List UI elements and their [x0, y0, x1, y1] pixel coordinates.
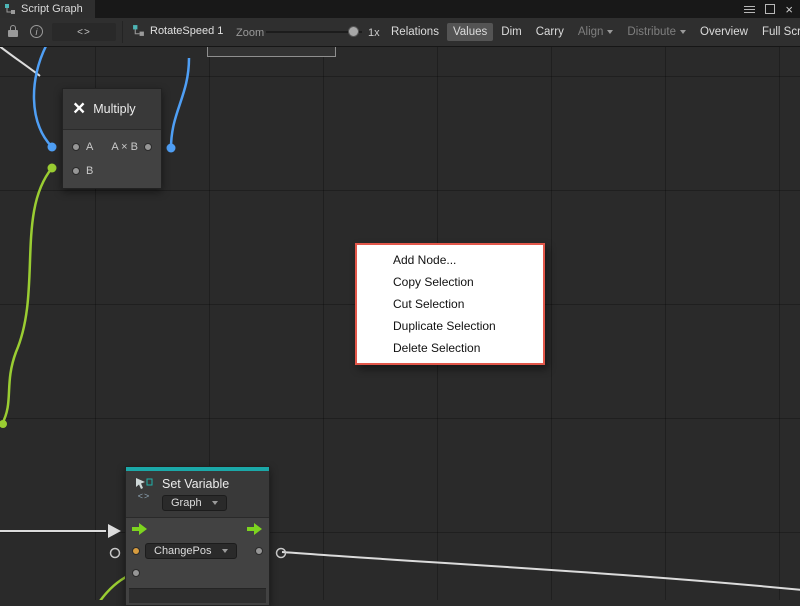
node-footer	[129, 588, 266, 603]
set-variable-node[interactable]: <> Set Variable Graph ChangePos	[125, 466, 270, 606]
menu-item-duplicate-selection[interactable]: Duplicate Selection	[357, 315, 543, 337]
info-icon[interactable]: i	[30, 25, 43, 38]
caret-down-icon	[607, 30, 613, 34]
flow-row	[126, 518, 269, 540]
script-graph-icon	[4, 3, 16, 15]
close-icon[interactable]: ×	[785, 3, 793, 16]
graph-owner-icon	[132, 24, 145, 37]
set-variable-body: ChangePos	[126, 518, 269, 584]
port-a-input[interactable]	[72, 143, 80, 151]
tab-script-graph[interactable]: Script Graph	[0, 0, 95, 18]
maximize-icon[interactable]	[765, 4, 775, 14]
window-menu-icon[interactable]	[744, 6, 755, 13]
port-out-output[interactable]	[144, 143, 152, 151]
caret-down-icon	[212, 501, 218, 505]
window-titlebar: Script Graph ×	[0, 0, 800, 18]
zoom-slider-knob[interactable]	[348, 26, 359, 37]
port-row-a: A A × B	[63, 135, 161, 159]
overview-button[interactable]: Overview	[694, 23, 754, 41]
variable-name-dropdown[interactable]: ChangePos	[145, 543, 237, 559]
variable-scope-dropdown[interactable]: Graph	[162, 495, 227, 511]
flow-input-port[interactable]	[132, 523, 148, 535]
multiply-node-title: Multiply	[93, 102, 135, 116]
values-button[interactable]: Values	[447, 23, 493, 41]
menu-item-cut-selection[interactable]: Cut Selection	[357, 293, 543, 315]
set-variable-header[interactable]: <> Set Variable Graph	[126, 471, 269, 518]
multiply-node[interactable]: × Multiply A A × B B	[62, 88, 162, 189]
code-icon: <>	[138, 491, 151, 501]
fallback-row	[126, 562, 269, 584]
port-b-input[interactable]	[72, 167, 80, 175]
menu-item-delete-selection[interactable]: Delete Selection	[357, 337, 543, 359]
zoom-value: 1x	[368, 27, 380, 39]
menu-item-copy-selection[interactable]: Copy Selection	[357, 271, 543, 293]
variable-value-port[interactable]	[132, 547, 140, 555]
relations-button[interactable]: Relations	[385, 23, 445, 41]
lock-icon[interactable]	[7, 25, 20, 39]
caret-down-icon	[222, 549, 228, 553]
breadcrumb[interactable]: RotateSpeed 1	[132, 24, 223, 37]
fallback-value-port[interactable]	[132, 569, 140, 577]
output-value-port[interactable]	[255, 547, 263, 555]
flow-output-port[interactable]	[247, 523, 263, 535]
caret-down-icon	[680, 30, 686, 34]
set-variable-icon: <>	[134, 477, 154, 511]
align-button[interactable]: Align	[572, 23, 620, 41]
distribute-button[interactable]: Distribute	[621, 23, 692, 41]
toolbar-buttons: Relations Values Dim Carry Align Distrib…	[385, 18, 800, 46]
code-view-button[interactable]: <>	[52, 23, 116, 41]
code-icon: <>	[77, 27, 91, 38]
multiply-node-header[interactable]: × Multiply	[63, 89, 161, 130]
port-row-b: B	[63, 159, 161, 183]
carry-button[interactable]: Carry	[530, 23, 570, 41]
breadcrumb-label: RotateSpeed 1	[150, 25, 223, 37]
menu-item-add-node[interactable]: Add Node...	[357, 249, 543, 271]
port-out-label: A × B	[111, 141, 138, 153]
align-label: Align	[578, 26, 604, 38]
port-b-label: B	[86, 165, 93, 177]
variable-row: ChangePos	[126, 540, 269, 562]
toolbar-divider	[122, 21, 123, 43]
multiply-icon: ×	[73, 101, 85, 117]
multiply-node-body: A A × B B	[63, 130, 161, 188]
dim-button[interactable]: Dim	[495, 23, 527, 41]
zoom-label: Zoom	[236, 27, 264, 39]
tab-label: Script Graph	[21, 3, 83, 15]
set-variable-title: Set Variable	[162, 477, 229, 491]
port-a-label: A	[86, 141, 93, 153]
graph-toolbar: i <> RotateSpeed 1 Zoom 1x Relations Val…	[0, 18, 800, 47]
variable-scope-value: Graph	[171, 497, 202, 509]
context-menu: Add Node... Copy Selection Cut Selection…	[355, 243, 545, 365]
window-controls: ×	[744, 3, 800, 16]
zoom-slider[interactable]	[266, 24, 362, 40]
distribute-label: Distribute	[627, 26, 676, 38]
variable-name-value: ChangePos	[154, 545, 212, 557]
fullscreen-button[interactable]: Full Screen	[756, 23, 800, 41]
